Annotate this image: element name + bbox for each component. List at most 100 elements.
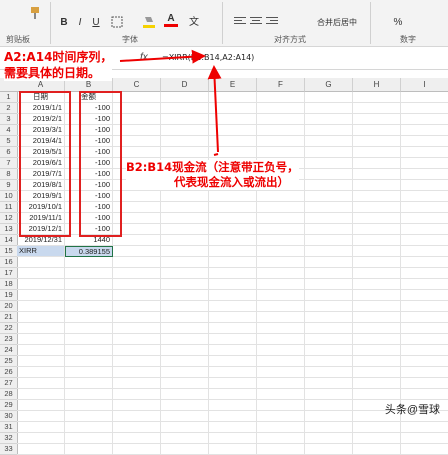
- cell[interactable]: [401, 301, 448, 312]
- cell[interactable]: [209, 114, 257, 125]
- cell[interactable]: [17, 389, 65, 400]
- cell[interactable]: [113, 301, 161, 312]
- cell[interactable]: [401, 92, 448, 103]
- cell[interactable]: [401, 433, 448, 444]
- cell[interactable]: [257, 345, 305, 356]
- cell[interactable]: [161, 213, 209, 224]
- cell[interactable]: [353, 356, 401, 367]
- cell[interactable]: [353, 257, 401, 268]
- cell[interactable]: [353, 268, 401, 279]
- cell[interactable]: [257, 235, 305, 246]
- cell[interactable]: [401, 356, 448, 367]
- cell[interactable]: [353, 213, 401, 224]
- row-header[interactable]: 3: [0, 114, 18, 125]
- cell[interactable]: [401, 312, 448, 323]
- cell[interactable]: [353, 444, 401, 455]
- cell[interactable]: [305, 180, 353, 191]
- border-icon[interactable]: [110, 16, 124, 33]
- cell[interactable]: [257, 202, 305, 213]
- cell[interactable]: [353, 202, 401, 213]
- cell[interactable]: [17, 444, 65, 455]
- column-header[interactable]: G: [305, 78, 353, 92]
- cell[interactable]: [401, 158, 448, 169]
- cell[interactable]: [113, 345, 161, 356]
- cell[interactable]: [257, 389, 305, 400]
- fx-button[interactable]: fx: [140, 49, 148, 66]
- cell[interactable]: [65, 444, 113, 455]
- cell[interactable]: [209, 345, 257, 356]
- cell[interactable]: [17, 312, 65, 323]
- cell[interactable]: [113, 389, 161, 400]
- cell[interactable]: [353, 345, 401, 356]
- column-header[interactable]: C: [113, 78, 161, 92]
- cell[interactable]: [113, 279, 161, 290]
- cell[interactable]: [17, 411, 65, 422]
- cell[interactable]: [305, 125, 353, 136]
- cell[interactable]: [209, 312, 257, 323]
- cell[interactable]: [257, 268, 305, 279]
- cell[interactable]: [209, 125, 257, 136]
- cell[interactable]: [257, 213, 305, 224]
- cell[interactable]: [161, 136, 209, 147]
- cell[interactable]: [257, 257, 305, 268]
- row-header[interactable]: 33: [0, 444, 18, 455]
- row-header[interactable]: 8: [0, 169, 18, 180]
- cell[interactable]: [305, 257, 353, 268]
- cell[interactable]: [401, 345, 448, 356]
- cell[interactable]: [161, 246, 209, 257]
- font-color-button[interactable]: A: [164, 12, 178, 27]
- cell[interactable]: [65, 389, 113, 400]
- cell[interactable]: [161, 268, 209, 279]
- cell[interactable]: [353, 114, 401, 125]
- cell[interactable]: [209, 378, 257, 389]
- cell[interactable]: [65, 312, 113, 323]
- cell[interactable]: [17, 323, 65, 334]
- row-header[interactable]: 26: [0, 367, 18, 378]
- cell[interactable]: [353, 147, 401, 158]
- cell[interactable]: [401, 136, 448, 147]
- cell[interactable]: [305, 345, 353, 356]
- row-header[interactable]: 25: [0, 356, 18, 367]
- row-header[interactable]: 19: [0, 290, 18, 301]
- cell[interactable]: [305, 356, 353, 367]
- cell[interactable]: [257, 367, 305, 378]
- cell[interactable]: [113, 312, 161, 323]
- cell[interactable]: [305, 136, 353, 147]
- align-center-icon[interactable]: [250, 16, 262, 31]
- cell[interactable]: [257, 422, 305, 433]
- cell[interactable]: [17, 400, 65, 411]
- row-header[interactable]: 7: [0, 158, 18, 169]
- cell[interactable]: [161, 411, 209, 422]
- cell[interactable]: [161, 367, 209, 378]
- cell[interactable]: [161, 301, 209, 312]
- cell[interactable]: [113, 257, 161, 268]
- cell[interactable]: [353, 433, 401, 444]
- cell[interactable]: [305, 433, 353, 444]
- cell[interactable]: [161, 147, 209, 158]
- cell[interactable]: [305, 444, 353, 455]
- cell[interactable]: [17, 356, 65, 367]
- cell[interactable]: [353, 367, 401, 378]
- row-header[interactable]: 30: [0, 411, 18, 422]
- cell[interactable]: [209, 92, 257, 103]
- cell[interactable]: [353, 378, 401, 389]
- cell[interactable]: [257, 378, 305, 389]
- cell[interactable]: [17, 257, 65, 268]
- cell[interactable]: [305, 323, 353, 334]
- italic-button[interactable]: I: [74, 16, 86, 30]
- change-case-button[interactable]: 文: [188, 16, 200, 30]
- cell[interactable]: [17, 378, 65, 389]
- cell[interactable]: [65, 279, 113, 290]
- cell[interactable]: [305, 213, 353, 224]
- column-header[interactable]: F: [257, 78, 305, 92]
- cell[interactable]: [209, 389, 257, 400]
- cell[interactable]: [113, 246, 161, 257]
- row-header[interactable]: 32: [0, 433, 18, 444]
- row-header[interactable]: 18: [0, 279, 18, 290]
- cell[interactable]: [353, 422, 401, 433]
- column-header[interactable]: I: [401, 78, 448, 92]
- cell[interactable]: [161, 290, 209, 301]
- cell[interactable]: [353, 136, 401, 147]
- cell[interactable]: [209, 433, 257, 444]
- cell[interactable]: [161, 235, 209, 246]
